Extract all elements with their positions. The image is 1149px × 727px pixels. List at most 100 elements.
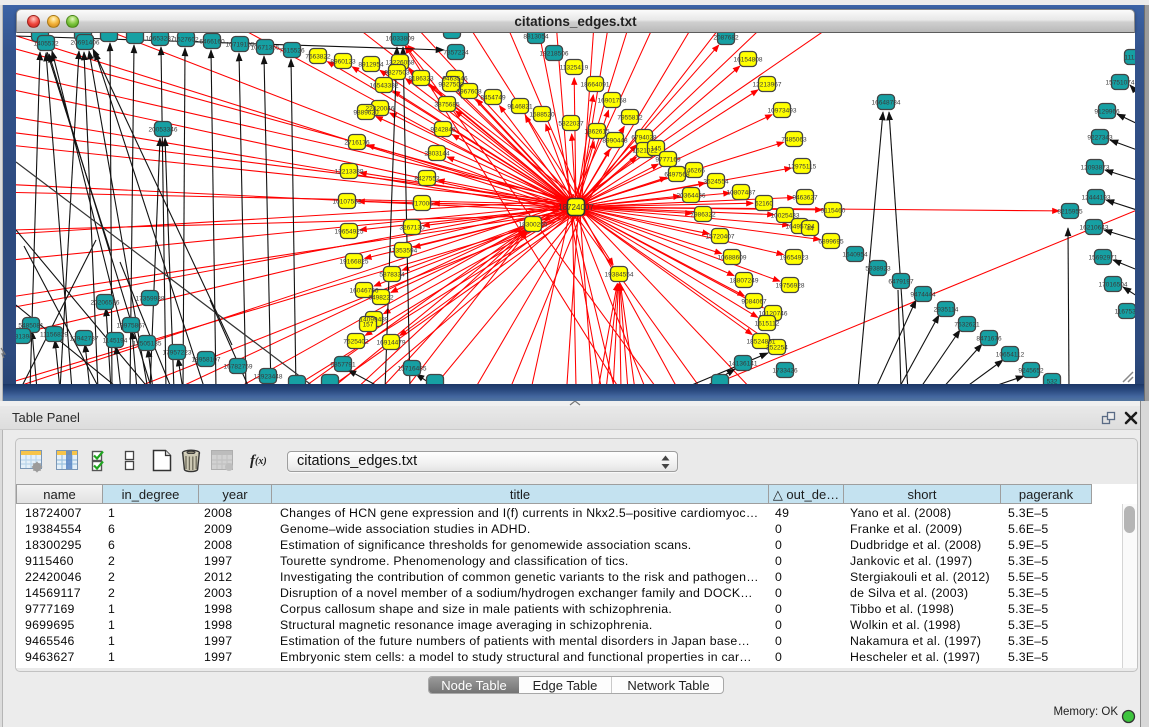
svg-text:12213967: 12213967 xyxy=(753,82,782,89)
svg-text:(x): (x) xyxy=(255,456,267,467)
svg-text:12444193: 12444193 xyxy=(1082,195,1111,202)
svg-text:2716176: 2716176 xyxy=(344,140,370,147)
svg-text:157: 157 xyxy=(363,322,374,329)
svg-text:15751074: 15751074 xyxy=(1106,80,1135,87)
svg-text:20053346: 20053346 xyxy=(149,127,178,134)
svg-text:1527602: 1527602 xyxy=(173,37,199,44)
svg-text:20206536: 20206536 xyxy=(91,300,120,307)
svg-text:17359938: 17359938 xyxy=(136,296,165,303)
svg-text:532: 532 xyxy=(1047,379,1058,384)
svg-text:16046756: 16046756 xyxy=(350,288,379,295)
svg-text:3624554: 3624554 xyxy=(703,179,729,186)
svg-text:2967608: 2967608 xyxy=(456,89,482,96)
svg-text:7357224: 7357224 xyxy=(443,50,469,57)
svg-text:44: 44 xyxy=(806,226,814,233)
svg-text:7955812: 7955812 xyxy=(617,115,643,122)
svg-text:20364436: 20364436 xyxy=(677,193,706,200)
svg-text:717006: 717006 xyxy=(411,201,433,208)
svg-text:7663822: 7663822 xyxy=(305,54,331,61)
svg-text:12093873: 12093873 xyxy=(1081,165,1110,172)
svg-text:9115460: 9115460 xyxy=(821,208,846,215)
svg-text:8186323: 8186323 xyxy=(408,76,434,83)
svg-text:8471676: 8471676 xyxy=(976,336,1002,343)
svg-text:8215955: 8215955 xyxy=(1057,209,1083,216)
svg-text:16648784: 16648784 xyxy=(872,100,901,107)
svg-text:9327508: 9327508 xyxy=(438,82,464,89)
svg-text:2935114: 2935114 xyxy=(934,307,959,314)
svg-text:6479197: 6479197 xyxy=(888,279,914,286)
svg-text:12975115: 12975115 xyxy=(788,164,817,171)
svg-text:9129966: 9129966 xyxy=(1094,109,1120,116)
svg-text:10107552: 10107552 xyxy=(333,199,362,206)
svg-text:19756928: 19756928 xyxy=(776,283,805,290)
svg-text:7515526: 7515526 xyxy=(279,48,305,55)
svg-text:5322037: 5322037 xyxy=(558,121,584,128)
svg-text:18807249: 18807249 xyxy=(730,278,759,285)
svg-text:9242848: 9242848 xyxy=(430,127,456,134)
svg-text:1405572: 1405572 xyxy=(33,41,59,48)
svg-text:6498222: 6498222 xyxy=(368,295,394,302)
svg-text:12213389: 12213389 xyxy=(335,169,364,176)
svg-text:7632621: 7632621 xyxy=(954,322,980,329)
svg-text:9463627: 9463627 xyxy=(792,195,818,202)
svg-text:2803144: 2803144 xyxy=(424,151,450,158)
svg-text:19654925: 19654925 xyxy=(335,229,364,236)
svg-text:746266: 746266 xyxy=(683,168,705,175)
svg-text:1362615: 1362615 xyxy=(584,129,610,136)
svg-text:19654923: 19654923 xyxy=(780,255,809,262)
svg-text:1167533: 1167533 xyxy=(1115,309,1135,316)
svg-text:6466160: 6466160 xyxy=(199,39,225,46)
svg-text:19166825: 19166825 xyxy=(340,259,369,266)
svg-text:11325419: 11325419 xyxy=(560,65,589,72)
svg-text:7986322: 7986322 xyxy=(690,212,716,219)
svg-text:18664091: 18664091 xyxy=(581,82,610,89)
svg-text:1640954: 1640954 xyxy=(842,252,868,259)
svg-text:1145194: 1145194 xyxy=(103,338,128,345)
svg-text:3875685: 3875685 xyxy=(434,102,460,109)
svg-text:9245652: 9245652 xyxy=(1018,368,1044,375)
svg-text:9084067: 9084067 xyxy=(741,299,767,306)
svg-text:19218506: 19218506 xyxy=(540,51,569,58)
svg-text:5938923: 5938923 xyxy=(865,266,891,273)
svg-text:9889620: 9889620 xyxy=(353,110,379,117)
svg-text:1615112: 1615112 xyxy=(755,321,780,328)
svg-text:16901758: 16901758 xyxy=(598,98,627,105)
svg-text:16210643: 16210643 xyxy=(1080,225,1109,232)
svg-text:2087682: 2087682 xyxy=(713,35,739,42)
svg-text:9777169: 9777169 xyxy=(655,157,681,164)
svg-text:15692971: 15692971 xyxy=(1089,255,1118,262)
svg-text:15720407: 15720407 xyxy=(706,234,735,241)
svg-text:8454749: 8454749 xyxy=(480,95,506,102)
svg-text:62160: 62160 xyxy=(755,201,773,208)
svg-text:19384554: 19384554 xyxy=(605,272,634,279)
svg-text:19958107: 19958107 xyxy=(192,357,221,364)
svg-text:8912954: 8912954 xyxy=(358,62,384,69)
svg-text:19975867: 19975867 xyxy=(117,323,146,330)
svg-text:7625402: 7625402 xyxy=(343,339,369,346)
svg-text:10671355: 10671355 xyxy=(251,45,280,52)
svg-text:16782759: 16782759 xyxy=(224,364,253,371)
svg-text:16033809: 16033809 xyxy=(386,36,415,43)
svg-text:18300295: 18300295 xyxy=(519,222,548,229)
svg-text:5485081: 5485081 xyxy=(18,323,44,330)
svg-text:9146821: 9146821 xyxy=(507,104,533,111)
svg-text:11353594: 11353594 xyxy=(389,248,418,255)
svg-text:5878334: 5878334 xyxy=(379,272,405,279)
svg-text:15716485: 15716485 xyxy=(398,366,427,373)
svg-text:1588520: 1588520 xyxy=(529,112,555,119)
svg-text:10654112: 10654112 xyxy=(996,352,1025,359)
svg-text:16914479: 16914479 xyxy=(377,340,406,347)
svg-text:17016504: 17016504 xyxy=(1099,282,1128,289)
svg-text:16543382: 16543382 xyxy=(370,83,399,90)
svg-text:7485063: 7485063 xyxy=(781,137,807,144)
svg-text:8960123: 8960123 xyxy=(330,59,356,66)
svg-text:8427552: 8427552 xyxy=(414,176,440,183)
svg-text:8813054: 8813054 xyxy=(523,34,549,41)
svg-text:9227343: 9227343 xyxy=(1087,135,1113,142)
svg-text:14136141: 14136141 xyxy=(729,361,758,368)
svg-text:9474444: 9474444 xyxy=(910,292,936,299)
svg-text:10025433: 10025433 xyxy=(771,213,800,220)
svg-text:12505135: 12505135 xyxy=(133,341,162,348)
svg-text:10807487: 10807487 xyxy=(727,190,756,197)
svg-text:11156829: 11156829 xyxy=(40,332,68,339)
